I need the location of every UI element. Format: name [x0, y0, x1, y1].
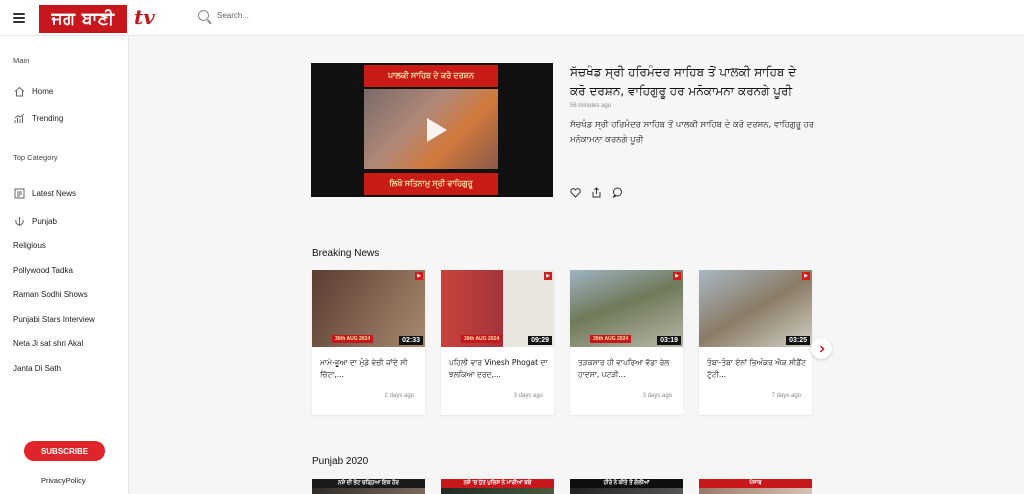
video-card[interactable]: ▶ 30th AUG 2024 02:33 ਮਾਮੇ-ਭੂਆ ਦਾ ਮੁੰਡੇ …	[312, 270, 425, 415]
card-banner: ਨਸ਼ੇ 'ਚ ਧੁੱਤ ਪੁਲਿਸ ਨੇ ਮਾਰੀਆਂ ਬਚੇ	[441, 479, 554, 488]
sidebar-item-label: Trending	[32, 113, 64, 123]
card-time: 3 days ago	[642, 393, 672, 399]
khanda-icon	[13, 215, 25, 227]
privacy-policy-link[interactable]: PrivacyPolicy	[41, 476, 86, 485]
sidebar-item-label: Latest News	[32, 188, 77, 198]
card-title: ਤੜਕਸਾਰ ਹੀ ਵਾਪਰਿਆ ਵੱਡਾ ਰੇਲ ਹਾਦਸਾ, ਪਟੜੀ...	[578, 358, 670, 379]
channel-badge: ▶	[802, 272, 810, 280]
card-banner: ਨਸ਼ੇ ਦੀ ਭੇਟ ਚੜ੍ਹਿਆ ਇਕ ਹੋਰ	[312, 479, 425, 488]
search-bar	[198, 10, 377, 21]
card-time: 2 days ago	[384, 393, 414, 399]
jagbani-logo[interactable]: ਜਗ ਬਾਣੀ	[39, 5, 127, 33]
card-title: ਮਾਮੇ-ਭੂਆ ਦਾ ਮੁੰਡੇ ਵੇਚੀ ਜਾਂਦੇ ਸੀ ਚਿੱਟਾ,..…	[320, 358, 408, 379]
channel-badge: ▶	[544, 272, 552, 280]
featured-video-player[interactable]: ਪਾਲਕੀ ਸਾਹਿਬ ਦੇ ਕਰੋ ਦਰਸ਼ਨ ਲਿਖੋ ਸਤਿਨਾਮੁ ਸ੍…	[311, 63, 553, 197]
news-icon	[13, 187, 25, 199]
breaking-news-list: ▶ 30th AUG 2024 02:33 ਮਾਮੇ-ਭੂਆ ਦਾ ਮੁੰਡੇ …	[312, 270, 812, 415]
sidebar-item-neta-ji[interactable]: Neta Ji sat shri Akal	[13, 339, 83, 348]
sidebar-item-home[interactable]: Home	[13, 85, 53, 97]
top-category-title: Top Category	[13, 153, 58, 162]
next-arrow-button[interactable]	[811, 338, 832, 359]
card-time: 7 days ago	[771, 393, 801, 399]
featured-time: 56 minutes ago	[570, 103, 612, 109]
punjab-2020-heading: Punjab 2020	[312, 456, 369, 467]
video-duration: 09:29	[528, 336, 552, 345]
sidebar-item-pollywood-tadka[interactable]: Pollywood Tadka	[13, 266, 73, 275]
menu-icon[interactable]	[13, 12, 25, 23]
featured-title[interactable]: ਸੱਚਖੰਡ ਸ੍ਰੀ ਹਰਿਮੰਦਰ ਸਾਹਿਬ ਤੋਂ ਪਾਲਕੀ ਸਾਹਿ…	[570, 63, 810, 101]
sidebar-item-label: Home	[32, 86, 54, 96]
card-title: ਤੰਬਾ-ਤੰਬਾ ਏਨਾਂ ਭਿਅੰਕਰ ਐਕ ਸੀਡੈਂਟ ਟੁੱਟੀ...	[707, 358, 806, 379]
sidebar-item-raman-sodhi-shows[interactable]: Raman Sodhi Shows	[13, 290, 88, 299]
video-thumbnail: ▶ 03:25	[699, 270, 812, 347]
sidebar-item-religious[interactable]: Religious	[13, 241, 46, 250]
video-duration: 03:19	[657, 336, 681, 345]
date-tag: 30th AUG 2024	[590, 335, 632, 343]
video-card[interactable]: ▶ 03:25 ਤੰਬਾ-ਤੰਬਾ ਏਨਾਂ ਭਿਅੰਕਰ ਐਕ ਸੀਡੈਂਟ …	[699, 270, 812, 415]
play-icon[interactable]	[419, 115, 449, 145]
video-card[interactable]: ਪੰਜਾਬ	[699, 479, 812, 494]
video-card[interactable]: ਨਸ਼ੇ 'ਚ ਧੁੱਤ ਪੁਲਿਸ ਨੇ ਮਾਰੀਆਂ ਬਚੇ	[441, 479, 554, 494]
video-thumbnail: ▶ 30th AUG 2024 09:29	[441, 270, 554, 347]
card-title: ਪਹਿਲੀ ਵਾਰ Vinesh Phogat ਦਾ ਝਲਕਿਆ ਦਰਦ,...	[449, 358, 548, 379]
search-input[interactable]	[217, 11, 377, 20]
comment-icon[interactable]	[612, 187, 623, 198]
sidebar-item-label: Punjab	[32, 216, 57, 226]
chevron-right-icon	[819, 344, 825, 353]
trending-icon	[13, 112, 25, 124]
video-card[interactable]: ▶ 30th AUG 2024 09:29 ਪਹਿਲੀ ਵਾਰ Vinesh P…	[441, 270, 554, 415]
card-banner: ਹੀਰੇ ਨੇ ਕੀਤੇ ਤੋਂ ਗੋਲੀਆਂ	[570, 479, 683, 488]
sidebar-item-punjab[interactable]: Punjab	[13, 215, 57, 227]
card-banner: ਪੰਜਾਬ	[699, 479, 812, 488]
video-banner-top: ਪਾਲਕੀ ਸਾਹਿਬ ਦੇ ਕਰੋ ਦਰਸ਼ਨ	[364, 65, 498, 87]
date-tag: 30th AUG 2024	[332, 335, 374, 343]
channel-badge: ▶	[415, 272, 423, 280]
sidebar-item-janta-di-sath[interactable]: Janta Di Sath	[13, 364, 61, 373]
video-duration: 02:33	[399, 336, 423, 345]
sidebar: Main Home Trending Top Category Latest N…	[0, 36, 129, 494]
sidebar-item-punjabi-stars-interview[interactable]: Punjabi Stars Interview	[13, 315, 95, 324]
video-thumbnail: ▶ 30th AUG 2024 03:19	[570, 270, 683, 347]
subscribe-button[interactable]: SUBSCRIBE	[24, 441, 105, 461]
sidebar-item-latest-news[interactable]: Latest News	[13, 187, 76, 199]
video-card[interactable]: ਨਸ਼ੇ ਦੀ ਭੇਟ ਚੜ੍ਹਿਆ ਇਕ ਹੋਰ	[312, 479, 425, 494]
share-icon[interactable]	[591, 187, 602, 198]
video-card[interactable]: ▶ 30th AUG 2024 03:19 ਤੜਕਸਾਰ ਹੀ ਵਾਪਰਿਆ ਵ…	[570, 270, 683, 415]
video-thumbnail: ▶ 30th AUG 2024 02:33	[312, 270, 425, 347]
top-header: ਜਗ ਬਾਣੀ tv	[0, 0, 1024, 36]
breaking-news-heading: Breaking News	[312, 248, 380, 259]
search-icon[interactable]	[198, 10, 209, 21]
date-tag: 30th AUG 2024	[461, 335, 503, 343]
channel-badge: ▶	[673, 272, 681, 280]
featured-actions	[570, 187, 623, 198]
card-time: 3 days ago	[513, 393, 543, 399]
tv-logo[interactable]: tv	[134, 5, 155, 29]
sidebar-item-trending[interactable]: Trending	[13, 112, 63, 124]
home-icon	[13, 85, 25, 97]
featured-description: ਸੱਚਖੰਡ ਸ੍ਰੀ ਹਰਿਮੰਦਰ ਸਾਹਿਬ ਤੋਂ ਪਾਲਕੀ ਸਾਹਿ…	[570, 120, 815, 145]
video-duration: 03:25	[786, 336, 810, 345]
like-heart-icon[interactable]	[570, 187, 581, 198]
punjab-2020-list: ਨਸ਼ੇ ਦੀ ਭੇਟ ਚੜ੍ਹਿਆ ਇਕ ਹੋਰ ਨਸ਼ੇ 'ਚ ਧੁੱਤ ਪ…	[312, 479, 812, 494]
main-section-title: Main	[13, 56, 30, 65]
video-card[interactable]: ਹੀਰੇ ਨੇ ਕੀਤੇ ਤੋਂ ਗੋਲੀਆਂ	[570, 479, 683, 494]
video-banner-bottom: ਲਿਖੋ ਸਤਿਨਾਮੁ ਸ੍ਰੀ ਵਾਹਿਗੁਰੂ	[364, 173, 498, 195]
